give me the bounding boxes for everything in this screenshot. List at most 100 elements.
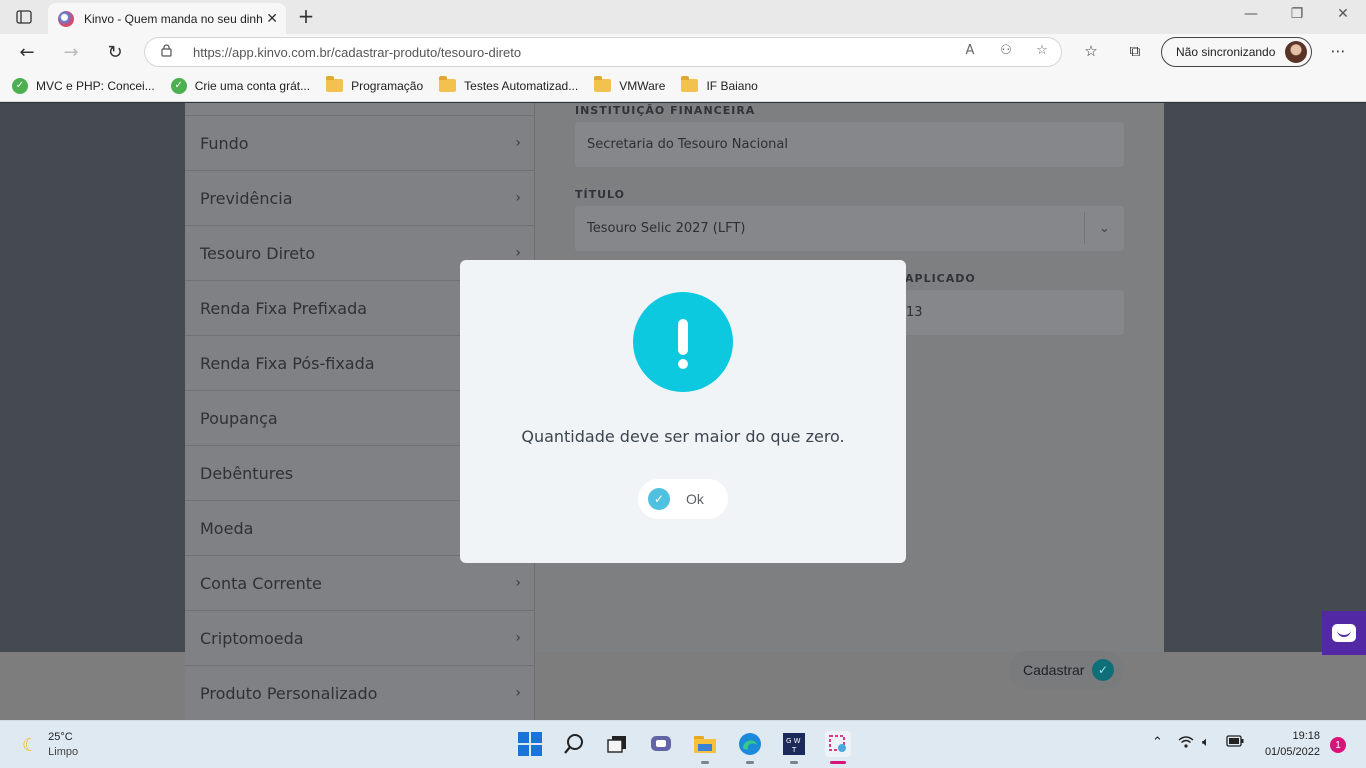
url-text: https://app.kinvo.com.br/cadastrar-produ… <box>193 44 522 60</box>
chevron-right-icon: › <box>515 685 521 701</box>
folder-icon <box>681 76 699 92</box>
chevron-right-icon: › <box>515 245 521 261</box>
file-explorer-icon[interactable] <box>692 731 718 764</box>
browser-tab[interactable]: Kinvo - Quem manda no seu dinheiro ✕ <box>48 3 286 34</box>
favorites-icon[interactable]: ☆ <box>1080 42 1102 64</box>
app-running-indicator <box>701 761 709 764</box>
sidebar-item-previdencia[interactable]: Previdência › <box>185 170 535 225</box>
translate-icon[interactable]: ⚇ <box>997 43 1015 58</box>
address-bar[interactable]: https://app.kinvo.com.br/cadastrar-produ… <box>144 37 1062 67</box>
sidebar-item-label: Renda Fixa Prefixada <box>200 298 368 318</box>
edge-icon[interactable] <box>737 731 763 764</box>
chevron-right-icon: › <box>515 630 521 646</box>
exclamation-icon <box>633 292 733 392</box>
collections-icon[interactable]: ⧉ <box>1124 42 1146 64</box>
close-window-icon[interactable]: ✕ <box>1328 6 1358 22</box>
minimize-icon[interactable]: — <box>1236 6 1266 22</box>
svg-text:G W: G W <box>786 737 801 745</box>
browser-toolbar: ← → ↻ https://app.kinvo.com.br/cadastrar… <box>0 34 1366 70</box>
wifi-icon[interactable] <box>1178 735 1194 752</box>
sidebar-item-label: Conta Corrente <box>200 573 322 593</box>
notification-badge[interactable]: 1 <box>1330 737 1346 753</box>
chat-widget-button[interactable] <box>1322 611 1366 655</box>
bookmark-item[interactable]: ✓ Crie uma conta grát... <box>170 77 311 94</box>
more-menu-icon[interactable]: ⋯ <box>1327 42 1349 64</box>
ok-label: Ok <box>686 491 704 507</box>
institution-field[interactable]: Secretaria do Tesouro Nacional <box>575 122 1124 167</box>
weather-condition: Limpo <box>48 746 79 758</box>
bookmark-folder[interactable]: Testes Automatizad... <box>439 76 579 93</box>
cadastrar-button[interactable]: Cadastrar ✓ <box>1009 651 1124 689</box>
bookmark-label: Programação <box>351 78 424 93</box>
weather-temperature: 25°C <box>48 731 73 743</box>
svg-text:T: T <box>791 746 797 754</box>
restore-icon[interactable]: ❐ <box>1282 6 1312 22</box>
search-icon[interactable] <box>561 731 587 757</box>
browser-tab-bar: Kinvo - Quem manda no seu dinheiro ✕ + —… <box>0 0 1366 34</box>
app-running-indicator <box>790 761 798 764</box>
bookmark-folder[interactable]: VMWare <box>594 76 666 93</box>
sync-profile-button[interactable]: Não sincronizando <box>1161 37 1312 67</box>
sidebar-item-label: Tesouro Direto <box>200 243 316 263</box>
reload-icon[interactable]: ↻ <box>102 40 128 64</box>
back-icon[interactable]: ← <box>14 40 40 64</box>
sidebar-item-label: Renda Fixa Pós-fixada <box>200 353 375 373</box>
add-favorite-icon[interactable]: ☆ <box>1033 43 1051 58</box>
tab-actions-icon[interactable] <box>8 6 40 28</box>
cadastrar-label: Cadastrar <box>1023 662 1085 678</box>
sidebar-item-label: Poupança <box>200 408 278 428</box>
chevron-right-icon: › <box>515 575 521 591</box>
sidebar-item-conta-corrente[interactable]: Conta Corrente › <box>185 555 535 610</box>
alert-modal: Quantidade deve ser maior do que zero. ✓… <box>460 260 906 563</box>
bookmark-label: IF Baiano <box>706 78 758 93</box>
sidebar-item-criptomoeda[interactable]: Criptomoeda › <box>185 610 535 665</box>
title-select[interactable]: Tesouro Selic 2027 (LFT) ⌄ <box>575 206 1124 251</box>
bookmark-folder[interactable]: Programação <box>326 76 424 93</box>
sidebar-item-label: Debêntures <box>200 463 294 483</box>
sidebar-item-label: Previdência <box>200 188 293 208</box>
bookmark-label: Testes Automatizad... <box>464 78 579 93</box>
bookmark-folder[interactable]: IF Baiano <box>681 76 758 93</box>
sidebar-item-label: Produto Personalizado <box>200 683 378 703</box>
read-aloud-icon[interactable]: A <box>961 43 979 58</box>
title-value: Tesouro Selic 2027 (LFT) <box>587 221 746 236</box>
check-icon: ✓ <box>648 488 670 510</box>
weather-widget[interactable]: ☾ 25°C Limpo <box>22 730 78 760</box>
chevron-down-icon[interactable]: ⌄ <box>1084 212 1124 244</box>
battery-icon[interactable] <box>1226 735 1244 751</box>
sync-label: Não sincronizando <box>1176 45 1276 59</box>
chevron-right-icon: › <box>515 190 521 206</box>
sidebar-item-produto-personalizado[interactable]: Produto Personalizado › <box>185 665 535 720</box>
tab-close-icon[interactable]: ✕ <box>266 11 278 27</box>
chat-icon <box>1332 624 1356 642</box>
volume-icon[interactable]: 🔈︎ <box>1202 735 1210 750</box>
tray-chevron-up-icon[interactable]: ⌃ <box>1152 735 1163 750</box>
ok-button[interactable]: ✓ Ok <box>638 479 728 519</box>
avatar <box>1285 41 1307 63</box>
applied-label: APLICADO <box>905 272 976 285</box>
app-running-indicator <box>746 761 754 764</box>
folder-icon <box>326 76 344 92</box>
start-icon[interactable] <box>517 731 543 757</box>
check-icon: ✓ <box>1092 659 1114 681</box>
bookmark-label: VMWare <box>619 78 666 93</box>
new-tab-icon[interactable]: + <box>294 4 318 28</box>
gwt-app-icon[interactable]: G WT <box>781 731 807 764</box>
globe-icon: ✓ <box>170 77 187 94</box>
bookmarks-bar: ✓ MVC e PHP: Concei... ✓ Crie uma conta gr… <box>0 70 1366 102</box>
kinvo-favicon-icon <box>58 10 74 27</box>
applied-field[interactable]: 13 <box>895 290 1124 335</box>
snipping-tool-icon[interactable] <box>825 731 851 764</box>
sidebar-item-fundo[interactable]: Fundo › <box>185 115 535 170</box>
bookmark-label: MVC e PHP: Concei... <box>36 78 155 93</box>
chat-teams-icon[interactable] <box>648 731 674 757</box>
clock-date: 01/05/2022 <box>1264 746 1320 758</box>
bookmark-item[interactable]: ✓ MVC e PHP: Concei... <box>12 77 155 94</box>
app-active-indicator <box>830 761 846 764</box>
forward-icon[interactable]: → <box>58 40 84 64</box>
bookmark-label: Crie uma conta grát... <box>194 78 311 93</box>
lock-icon[interactable] <box>161 44 193 60</box>
applied-value: 13 <box>906 305 923 320</box>
system-clock[interactable]: 19:18 01/05/2022 <box>1258 728 1320 760</box>
task-view-icon[interactable] <box>604 731 630 757</box>
